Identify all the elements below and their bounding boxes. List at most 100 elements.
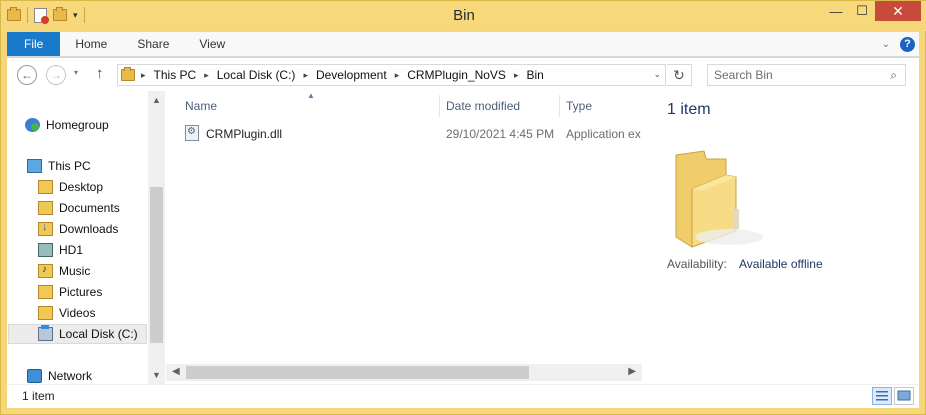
sidebar-item-videos[interactable]: Videos xyxy=(38,303,143,323)
back-button[interactable]: ← xyxy=(17,65,37,85)
sidebar-item-homegroup[interactable]: Homegroup xyxy=(25,115,143,135)
large-folder-icon xyxy=(675,150,763,248)
network-icon xyxy=(27,369,42,383)
file-list: ▲ Name Date modified Type CRMPlugin.dll … xyxy=(166,91,642,384)
folder-icon xyxy=(38,201,53,215)
horizontal-scrollbar[interactable]: ◀ ▶ xyxy=(166,364,642,381)
sidebar-item-label: Documents xyxy=(59,201,120,215)
details-view-button[interactable] xyxy=(872,387,892,405)
breadcrumb-separator-icon[interactable]: ▸ xyxy=(514,70,519,81)
scrollbar-thumb[interactable] xyxy=(150,187,163,343)
address-row: ← → ▾ ↑ ▸ This PC ▸ Local Disk (C:) ▸ De… xyxy=(7,58,919,91)
sidebar-item-pictures[interactable]: Pictures xyxy=(38,282,143,302)
address-bar[interactable]: ▸ This PC ▸ Local Disk (C:) ▸ Developmen… xyxy=(117,64,666,86)
computer-icon xyxy=(27,159,42,173)
expand-ribbon-icon[interactable]: ⌄ xyxy=(882,39,890,50)
details-pane: 1 item Availability: Available offline xyxy=(643,91,919,384)
address-dropdown-icon[interactable]: ⌄ xyxy=(653,69,661,80)
sidebar-item-documents[interactable]: Documents xyxy=(38,198,143,218)
folder-icon xyxy=(38,180,53,194)
close-button[interactable]: ✕ xyxy=(875,1,921,21)
breadcrumb-separator-icon[interactable]: ▸ xyxy=(395,70,400,81)
sidebar-item-downloads[interactable]: Downloads xyxy=(38,219,143,239)
tab-view[interactable]: View xyxy=(184,32,240,56)
sidebar-item-label: Pictures xyxy=(59,285,103,299)
tab-share[interactable]: Share xyxy=(122,32,184,56)
column-divider[interactable] xyxy=(559,95,560,117)
breadcrumb-separator-icon[interactable]: ▸ xyxy=(204,70,209,81)
main-area: Homegroup This PC Desktop Documents Down… xyxy=(7,91,919,384)
search-box[interactable]: ⌕ xyxy=(707,64,906,86)
minimize-button[interactable]: — xyxy=(823,1,849,21)
downloads-folder-icon xyxy=(38,221,53,236)
sidebar-item-music[interactable]: Music xyxy=(38,261,143,281)
breadcrumb: This PC ▸ Local Disk (C:) ▸ Development … xyxy=(154,68,544,82)
folder-icon xyxy=(38,285,53,299)
file-date-modified: 29/10/2021 4:45 PM xyxy=(446,127,555,141)
navigation-scrollbar[interactable]: ▲ ▼ xyxy=(148,91,165,384)
sidebar-item-desktop[interactable]: Desktop xyxy=(38,177,143,197)
sidebar-item-local-disk[interactable]: Local Disk (C:) xyxy=(8,324,147,344)
column-header-type[interactable]: Type xyxy=(566,99,592,113)
ribbon-right-controls: ⌄ ? xyxy=(882,32,919,56)
status-bar: 1 item xyxy=(7,384,919,408)
recent-locations-icon[interactable]: ▾ xyxy=(74,68,78,77)
forward-button[interactable]: → xyxy=(46,65,66,85)
large-icons-view-icon xyxy=(897,390,911,401)
large-icons-view-button[interactable] xyxy=(894,387,914,405)
availability-value: Available offline xyxy=(739,257,823,271)
breadcrumb-crmplugin-novs[interactable]: CRMPlugin_NoVS xyxy=(407,68,506,82)
scroll-left-icon[interactable]: ◀ xyxy=(172,366,180,377)
navigation-pane: Homegroup This PC Desktop Documents Down… xyxy=(7,91,165,384)
breadcrumb-separator-icon[interactable]: ▸ xyxy=(141,70,146,81)
sidebar-item-label: Downloads xyxy=(59,222,119,236)
scroll-down-icon[interactable]: ▼ xyxy=(152,370,161,380)
homegroup-icon xyxy=(25,118,40,132)
scroll-right-icon[interactable]: ▶ xyxy=(628,366,636,377)
sidebar-item-network[interactable]: Network xyxy=(27,366,143,386)
window-frame: ▾ Bin — ☐ ✕ File Home Share View ⌄ ? ← →… xyxy=(0,0,926,415)
folder-icon xyxy=(121,67,135,81)
search-icon[interactable]: ⌕ xyxy=(890,68,897,83)
sidebar-item-hd1[interactable]: HD1 xyxy=(38,240,143,260)
dll-file-icon xyxy=(185,125,199,141)
sidebar-item-this-pc[interactable]: This PC xyxy=(27,156,143,176)
sidebar-item-label: Videos xyxy=(59,306,96,320)
breadcrumb-separator-icon[interactable]: ▸ xyxy=(303,70,308,81)
column-divider[interactable] xyxy=(439,95,440,117)
scrollbar-thumb[interactable] xyxy=(186,366,529,379)
sidebar-item-label: Network xyxy=(48,369,93,383)
breadcrumb-development[interactable]: Development xyxy=(316,68,387,82)
tab-file[interactable]: File xyxy=(7,32,61,56)
file-row[interactable]: CRMPlugin.dll 29/10/2021 4:45 PM Applica… xyxy=(185,124,645,144)
ribbon-tabs: File Home Share View ⌄ ? xyxy=(7,32,919,57)
file-type: Application ex xyxy=(566,127,641,141)
local-disk-icon xyxy=(38,325,53,341)
column-header-name[interactable]: Name xyxy=(185,99,217,113)
window-controls: — ☐ ✕ xyxy=(823,1,921,21)
file-name: CRMPlugin.dll xyxy=(206,127,283,141)
details-view-icon xyxy=(876,391,888,401)
maximize-button[interactable]: ☐ xyxy=(849,1,875,21)
breadcrumb-this-pc[interactable]: This PC xyxy=(154,68,197,82)
refresh-button[interactable]: ↻ xyxy=(667,64,692,86)
sidebar-item-label: Homegroup xyxy=(46,118,109,132)
search-input[interactable] xyxy=(714,68,884,82)
sidebar-item-label: This PC xyxy=(48,159,91,173)
breadcrumb-local-disk[interactable]: Local Disk (C:) xyxy=(217,68,296,82)
column-header-date-modified[interactable]: Date modified xyxy=(446,99,520,113)
up-button[interactable]: ↑ xyxy=(96,65,104,82)
sidebar-item-label: Desktop xyxy=(59,180,104,194)
title-bar: ▾ Bin — ☐ ✕ xyxy=(1,1,926,31)
sort-ascending-icon: ▲ xyxy=(307,91,315,100)
music-folder-icon xyxy=(38,264,53,278)
sidebar-item-label: Music xyxy=(59,264,91,278)
scroll-up-icon[interactable]: ▲ xyxy=(152,95,161,105)
status-item-count: 1 item xyxy=(22,389,55,403)
sidebar-item-label: Local Disk (C:) xyxy=(59,327,138,341)
help-icon[interactable]: ? xyxy=(900,36,915,52)
folder-icon xyxy=(38,306,53,320)
tab-home[interactable]: Home xyxy=(60,32,122,56)
window-title: Bin xyxy=(453,7,475,24)
breadcrumb-bin[interactable]: Bin xyxy=(526,68,543,82)
